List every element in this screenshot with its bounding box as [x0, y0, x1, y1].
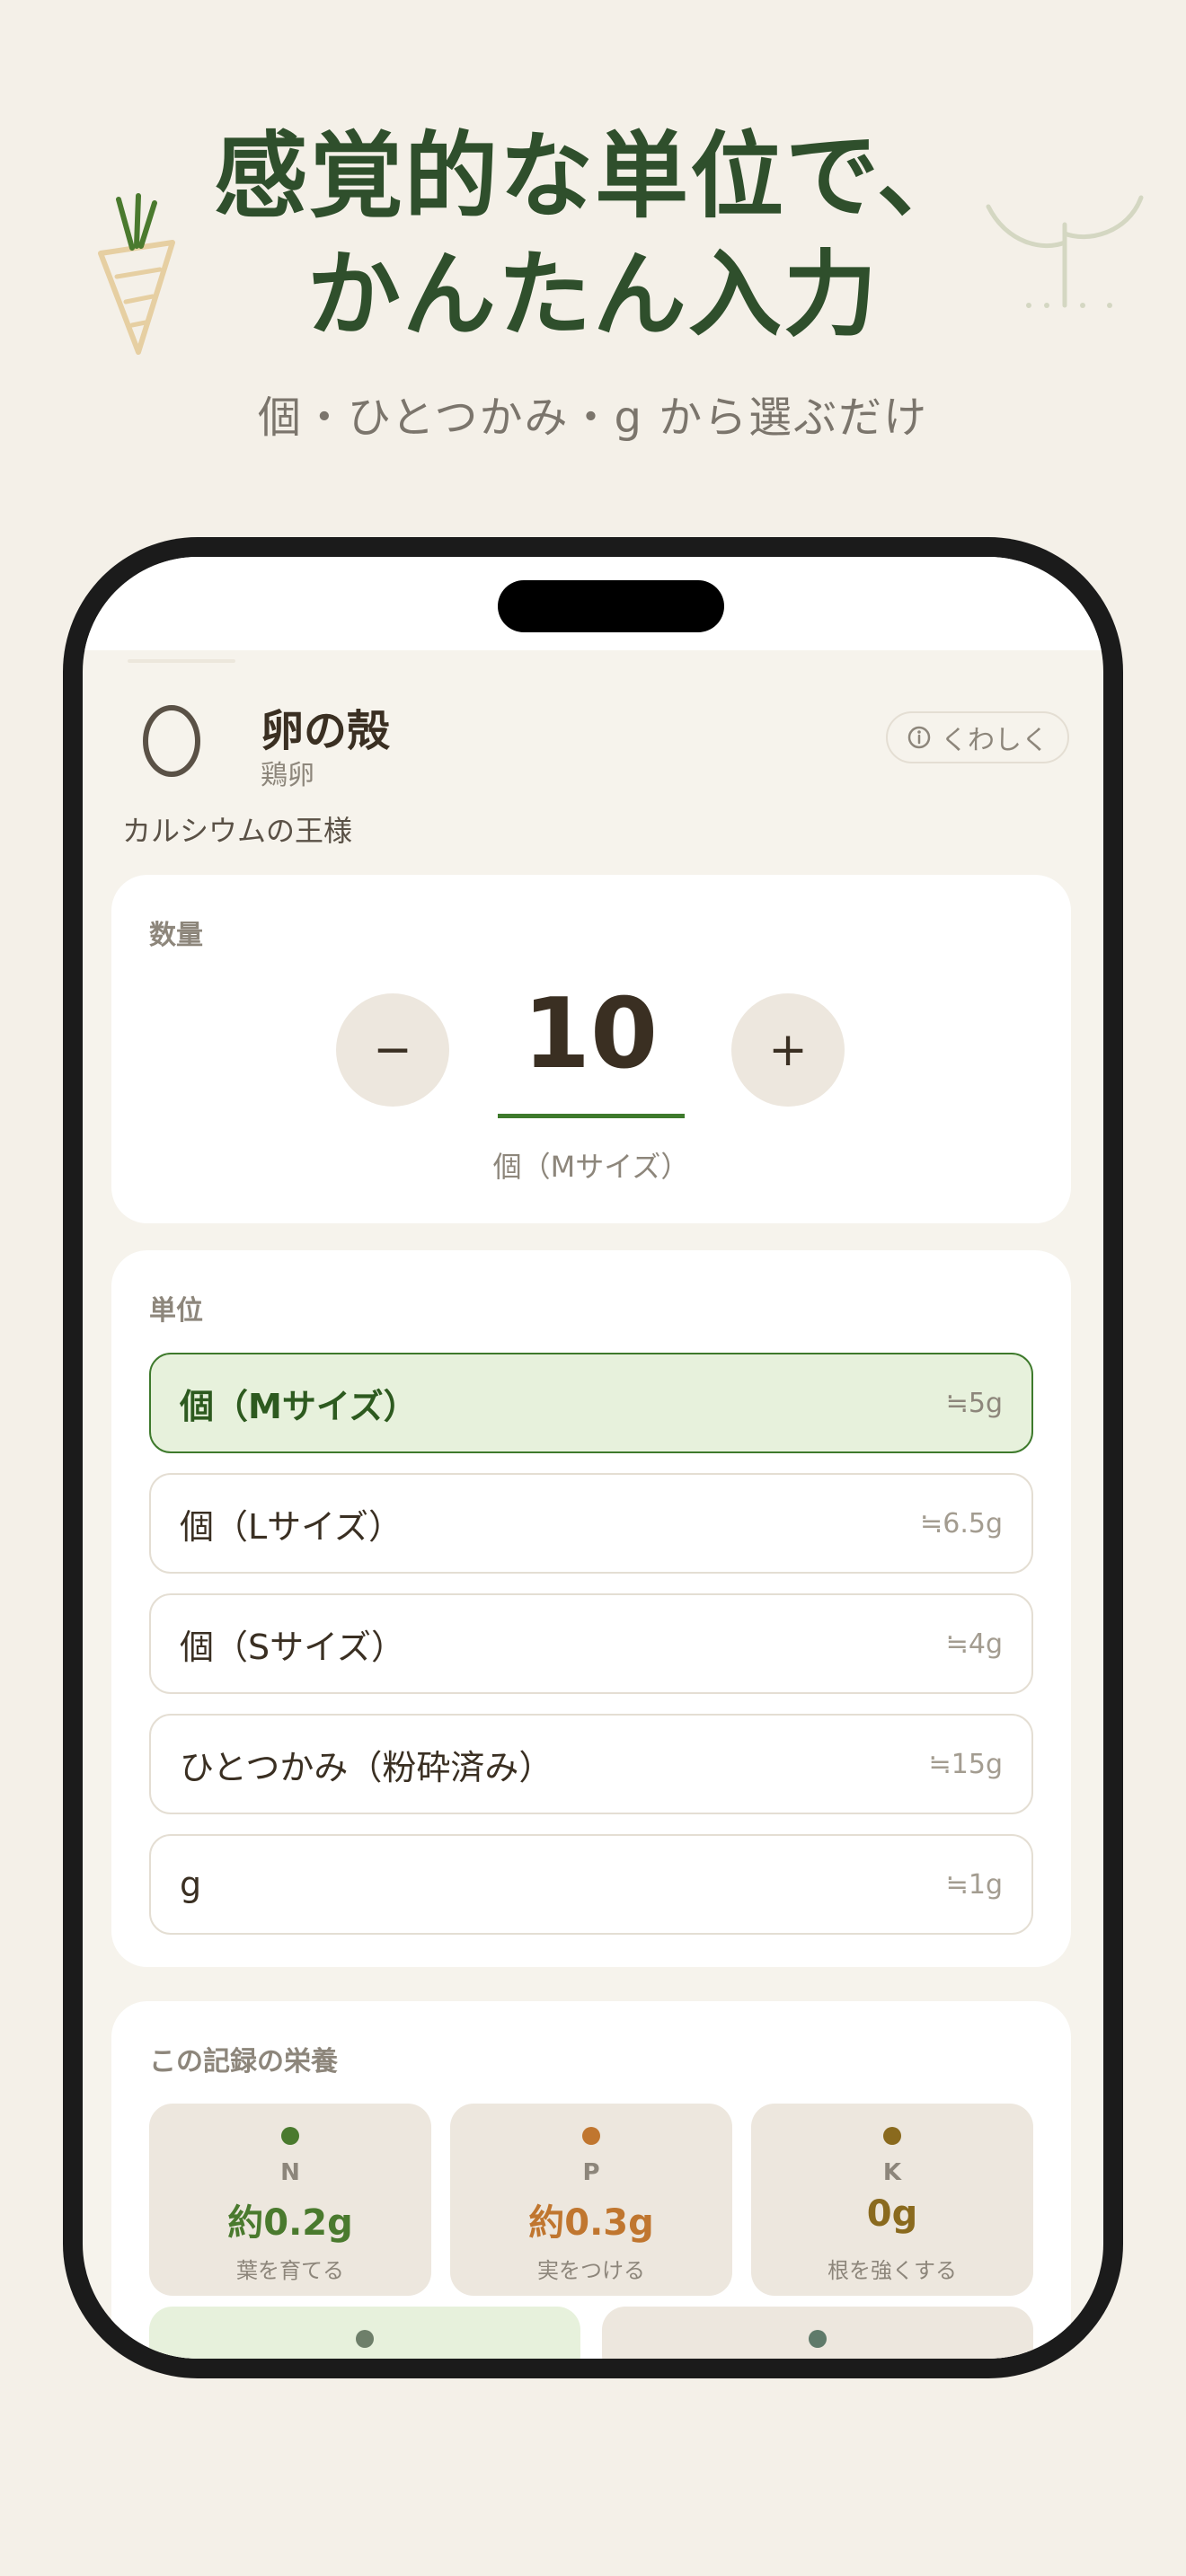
unit-option-amount: ≒6.5g: [920, 1507, 1003, 1539]
decrement-button[interactable]: −: [336, 993, 449, 1107]
unit-option-amount: ≒15g: [928, 1748, 1003, 1780]
quantity-label: 数量: [149, 920, 203, 951]
nutrient-tile-p: P 約0.3g 実をつける: [450, 2104, 732, 2296]
nutrient-tile-k: K 0g 根を強くする: [751, 2104, 1033, 2296]
nutrient-extra-tile-1: [149, 2307, 580, 2359]
units-card: 単位 個（Mサイズ） ≒5g 個（Lサイズ） ≒6.5g 個（Sサイズ） ≒4g…: [111, 1250, 1071, 1967]
units-label: 単位: [149, 1295, 203, 1327]
quantity-unit: 個（Mサイズ）: [492, 1150, 690, 1184]
unit-option-gram[interactable]: g ≒1g: [149, 1834, 1033, 1935]
food-subtitle: 鶏卵: [261, 760, 314, 791]
nutrition-card: この記録の栄養 N 約0.2g 葉を育てる P 約0.3g 実をつける K 0g…: [111, 2001, 1071, 2359]
info-icon: [907, 726, 931, 749]
unit-option-label: ひとつかみ（粉砕済み）: [180, 1747, 553, 1787]
unit-option-amount: ≒1g: [945, 1868, 1003, 1901]
unit-option-amount: ≒5g: [945, 1387, 1003, 1419]
increment-button[interactable]: +: [731, 993, 845, 1107]
dynamic-island: [498, 580, 724, 632]
quantity-underline: [498, 1114, 685, 1118]
phone-frame: 卵の殻 鶏卵 くわしく カルシウムの王様 数量 − 10 + 個（Mサイズ） 単…: [63, 537, 1123, 2378]
unit-option-amount: ≒4g: [945, 1628, 1003, 1660]
unit-option-l-size[interactable]: 個（Lサイズ） ≒6.5g: [149, 1473, 1033, 1574]
unit-option-label: 個（Sサイズ）: [180, 1627, 405, 1667]
nutrient-extra-tile-2: [602, 2307, 1033, 2359]
nutrient-letter: P: [582, 2159, 600, 2186]
nutrient-description: 根を強くする: [828, 2258, 957, 2283]
quantity-input[interactable]: 10: [496, 981, 685, 1089]
unit-option-handful[interactable]: ひとつかみ（粉砕済み） ≒15g: [149, 1714, 1033, 1814]
food-name: 卵の殻: [261, 706, 391, 756]
details-button[interactable]: くわしく: [886, 711, 1069, 763]
nutrient-value: 約0.3g: [528, 2202, 654, 2244]
unit-option-label: g: [180, 1865, 202, 1904]
nutrient-value: 約0.2g: [227, 2202, 353, 2244]
nutrient-value: 0g: [866, 2193, 918, 2235]
nutrient-dot: [356, 2330, 374, 2348]
unit-option-s-size[interactable]: 個（Sサイズ） ≒4g: [149, 1593, 1033, 1694]
quantity-card: 数量 − 10 + 個（Mサイズ）: [111, 875, 1071, 1223]
unit-option-m-size[interactable]: 個（Mサイズ） ≒5g: [149, 1353, 1033, 1453]
food-tagline: カルシウムの王様: [122, 814, 353, 848]
nutrient-tile-n: N 約0.2g 葉を育てる: [149, 2104, 431, 2296]
sprout-icon: [986, 195, 1144, 308]
nutrient-dot: [281, 2127, 299, 2145]
nutrient-description: 葉を育てる: [236, 2258, 344, 2283]
nutrient-description: 実をつける: [537, 2258, 645, 2283]
nutrient-dot: [582, 2127, 600, 2145]
carrot-icon: [98, 193, 175, 355]
status-bar: [83, 557, 1103, 650]
details-button-label: くわしく: [941, 725, 1049, 756]
scroll-hint: [128, 659, 235, 663]
unit-option-label: 個（Mサイズ）: [180, 1386, 418, 1426]
nutrient-dot: [883, 2127, 901, 2145]
nutrient-letter: K: [882, 2159, 902, 2186]
hero-subtitle: 個・ひとつかみ・g から選ぶだけ: [257, 393, 929, 443]
nutrition-label: この記録の栄養: [149, 2046, 338, 2078]
nutrient-letter: N: [280, 2159, 300, 2186]
unit-option-label: 個（Lサイズ）: [180, 1506, 403, 1547]
phone-screen: 卵の殻 鶏卵 くわしく カルシウムの王様 数量 − 10 + 個（Mサイズ） 単…: [83, 557, 1103, 2359]
egg-icon: [143, 705, 200, 777]
nutrient-dot: [809, 2330, 827, 2348]
